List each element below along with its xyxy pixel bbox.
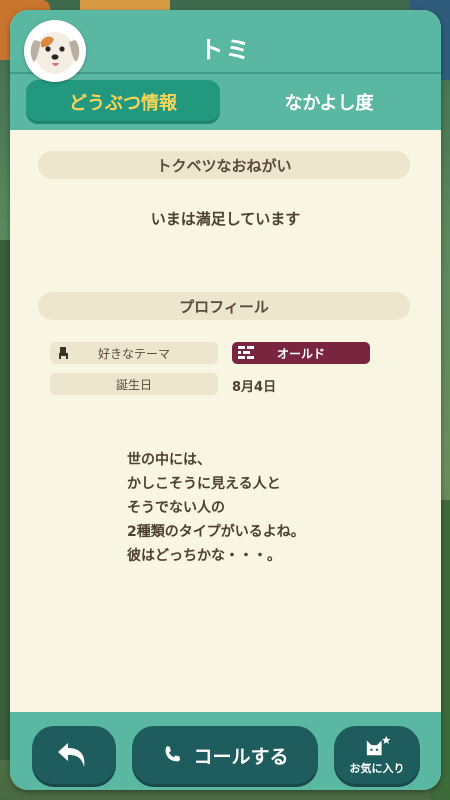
tab-friendship[interactable]: なかよし度 [232, 80, 426, 124]
villager-quote: 世の中には、 かしこそうに見える人と そうでない人の 2種類のタイプがいるよね。… [127, 448, 387, 568]
chair-icon [56, 345, 72, 361]
phone-icon [166, 746, 181, 762]
dog-villager-icon [30, 32, 80, 74]
birthday-value: 8月4日 [232, 380, 277, 395]
quote-line: かしこそうに見える人と [127, 476, 281, 492]
call-button-label: コールする [193, 745, 289, 768]
content: トクベツなおねがい いまは満足しています プロフィール 好きなテーマ オールド … [10, 130, 441, 730]
quote-line: 2種類のタイプがいるよね。 [127, 524, 305, 540]
special-request-heading: トクベツなおねがい [38, 151, 410, 179]
birthday-label: 誕生日 [50, 373, 218, 395]
favorite-button-label: お気に入り [349, 761, 405, 775]
favorite-theme-value-text: オールド [276, 346, 325, 361]
footer: コールする お気に入り [10, 712, 441, 790]
call-button[interactable]: コールする [132, 726, 318, 784]
back-arrow-icon [58, 743, 85, 767]
profile-heading: プロフィール [38, 292, 410, 320]
favorite-theme-label-text: 好きなテーマ [97, 346, 170, 361]
favorite-theme-label: 好きなテーマ [50, 342, 218, 364]
favorite-theme-value: オールド [232, 342, 370, 364]
favorite-button[interactable]: お気に入り [334, 726, 420, 784]
back-button[interactable] [32, 726, 116, 784]
quote-line: 世の中には、 [127, 452, 211, 468]
villager-profile-panel: トミ どうぶつ情報 なかよし度 トクベツなおねがい いまは満足しています プロフ… [10, 10, 441, 790]
villager-avatar [24, 20, 86, 82]
special-request-text: いまは満足しています [150, 210, 301, 228]
quote-line: 彼はどっちかな・・・。 [127, 548, 281, 564]
brick-icon [238, 346, 254, 360]
tab-animal-info[interactable]: どうぶつ情報 [26, 80, 220, 124]
quote-line: そうでない人の [127, 500, 225, 516]
cat-star-icon [366, 735, 391, 755]
